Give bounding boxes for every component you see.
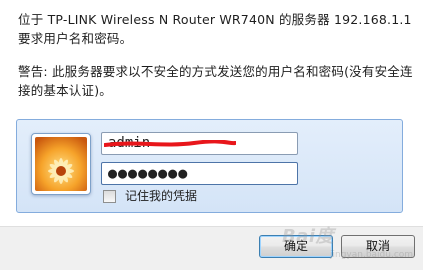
remember-credentials-label[interactable]: 记住我的凭据	[125, 188, 197, 204]
flower-user-tile-icon	[35, 137, 87, 191]
password-field[interactable]: ●●●●●●●●	[101, 162, 298, 185]
ok-button[interactable]: 确定	[259, 235, 333, 258]
server-message: 位于 TP-LINK Wireless N Router WR740N 的服务器…	[18, 12, 412, 46]
user-avatar	[31, 133, 91, 195]
remember-credentials-checkbox[interactable]	[103, 190, 116, 203]
security-warning: 警告: 此服务器要求以不安全的方式发送您的用户名和密码(没有安全连接的基本认证)…	[18, 64, 413, 98]
cancel-button[interactable]: 取消	[341, 235, 415, 258]
username-field[interactable]: admin	[101, 132, 298, 155]
login-dialog: 位于 TP-LINK Wireless N Router WR740N 的服务器…	[0, 0, 423, 270]
